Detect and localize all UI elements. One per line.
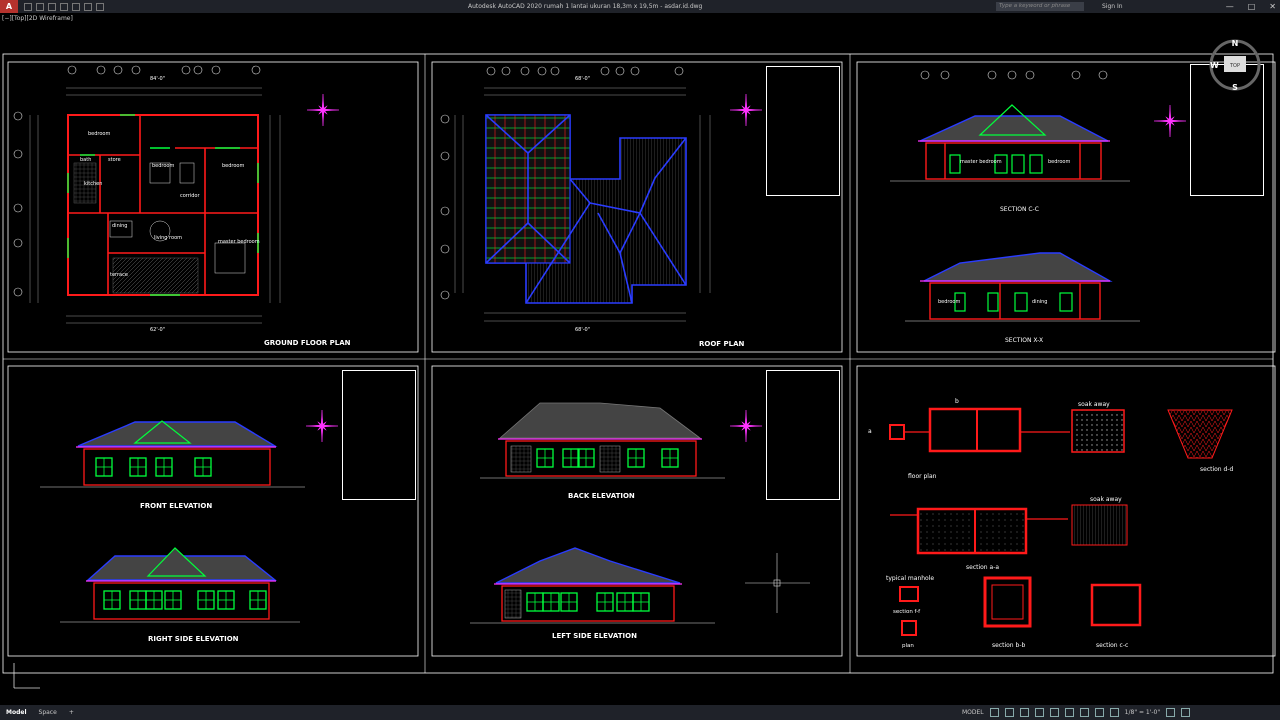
dim-bottom: 62'-0" [150, 327, 165, 333]
back-elevation: BACK ELEVATION [480, 402, 763, 500]
lineweight-icon[interactable] [1064, 708, 1074, 717]
left-elevation: LEFT SIDE ELEVATION [470, 547, 810, 640]
crosshair-cursor-icon [745, 553, 810, 613]
roof-plan: 68'-0" 68'-0" ROOF PLAN [440, 66, 763, 348]
gear-icon[interactable] [1166, 708, 1176, 717]
tab-add[interactable]: + [63, 707, 80, 718]
viewcube-top-face[interactable]: TOP [1229, 63, 1240, 69]
frame-ground-floor [7, 61, 419, 353]
room-label-corridor: corridor [180, 193, 200, 199]
roof-dim-bottom: 68'-0" [575, 327, 590, 333]
roof-plan-title: ROOF PLAN [699, 340, 745, 348]
compass-west[interactable]: W [1210, 61, 1219, 70]
section-xx-title: SECTION X-X [1005, 337, 1043, 344]
right-elevation-title: RIGHT SIDE ELEVATION [148, 635, 239, 643]
room-label-living: living room [154, 235, 182, 241]
room-label-dining: dining [112, 223, 127, 229]
snap-icon[interactable] [1004, 708, 1014, 717]
tab-layout[interactable]: Space [33, 707, 63, 718]
title-bar: A Autodesk AutoCAD 2020 rumah 1 lantai u… [0, 0, 1280, 13]
compass-north[interactable]: N [1232, 39, 1239, 48]
manhole-plan-label: plan [902, 643, 914, 649]
front-elevation: FRONT ELEVATION [40, 409, 339, 510]
viewcube[interactable]: N W S TOP [1208, 38, 1262, 92]
window-title: Autodesk AutoCAD 2020 rumah 1 lantai uku… [468, 3, 703, 10]
right-elevation: RIGHT SIDE ELEVATION [60, 547, 300, 643]
dim-top: 84'-0" [150, 76, 165, 82]
save-icon[interactable] [48, 2, 56, 11]
tab-model[interactable]: Model [0, 707, 33, 718]
section-ff-label: section f-f [893, 609, 921, 615]
drawing-canvas[interactable]: bedroom bedroom bedroom kitchen bath cor… [0, 13, 1280, 705]
new-file-icon[interactable] [24, 2, 32, 11]
transparency-icon[interactable] [1079, 708, 1089, 717]
north-arrow-icon [306, 93, 340, 127]
notes-box-front [342, 370, 416, 500]
section-dd-label: section d-d [1200, 466, 1233, 473]
room-label-kitchen: kitchen [84, 181, 102, 187]
customize-icon[interactable] [1181, 708, 1191, 717]
septic-section-cc-label: section c-c [1096, 642, 1128, 649]
save-as-icon[interactable] [60, 2, 68, 11]
status-toggles: MODEL 1/8" = 1'-0" [962, 705, 1191, 720]
maximize-icon[interactable]: □ [1248, 2, 1256, 11]
septic-details: floor plan soak away a b section d-d soa… [868, 398, 1233, 649]
front-elevation-title: FRONT ELEVATION [140, 502, 212, 510]
notes-box-roof [766, 66, 840, 196]
room-label-bath: bath [80, 157, 91, 163]
section-cc-title: SECTION C-C [1000, 206, 1039, 213]
notes-box-back [766, 370, 840, 500]
plot-icon[interactable] [72, 2, 80, 11]
section-cc-bedroom: bedroom [1048, 159, 1070, 165]
ucs-icon [13, 663, 40, 689]
polar-icon[interactable] [1034, 708, 1044, 717]
compass-south[interactable]: S [1232, 83, 1238, 92]
redo-icon[interactable] [96, 2, 104, 11]
room-label-bedroom-3: bedroom [222, 163, 244, 169]
room-label-store: store [108, 157, 121, 163]
ortho-icon[interactable] [1019, 708, 1029, 717]
selection-cycling-icon[interactable] [1094, 708, 1104, 717]
section-xx-dining: dining [1032, 299, 1047, 305]
status-bar: Model Space + MODEL 1/8" = 1'-0" [0, 705, 1280, 720]
room-label-bedroom: bedroom [88, 131, 110, 137]
north-arrow-icon [305, 409, 339, 443]
search-input[interactable]: Type a keyword or phrase [996, 2, 1084, 11]
septic-floor-plan-label: floor plan [908, 473, 937, 480]
back-elevation-title: BACK ELEVATION [568, 492, 635, 500]
close-icon[interactable]: ✕ [1269, 2, 1276, 11]
typical-manhole-label: typical manhole [886, 575, 934, 582]
section-xx-bedroom: bedroom [938, 299, 960, 305]
septic-b-label: b [955, 398, 959, 405]
minimize-icon[interactable]: — [1226, 2, 1234, 11]
left-elevation-title: LEFT SIDE ELEVATION [552, 632, 637, 640]
sign-in-link[interactable]: Sign In [1102, 3, 1123, 10]
section-cc-master: master bedroom [960, 159, 1002, 165]
model-space-toggle[interactable]: MODEL [962, 709, 984, 716]
section-aa-label: section a-a [966, 564, 999, 571]
section-cc: master bedroom bedroom SECTION C-C [890, 70, 1130, 213]
annotation-scale[interactable]: 1/8" = 1'-0" [1125, 709, 1160, 716]
ground-floor-plan: bedroom bedroom bedroom kitchen bath cor… [13, 65, 351, 347]
north-arrow-icon [729, 93, 763, 127]
window-controls: — □ ✕ [1226, 2, 1276, 11]
room-label-terrace: terrace [110, 272, 128, 278]
room-label-bedroom-2: bedroom [152, 163, 174, 169]
septic-a-label: a [868, 428, 872, 435]
roof-dim-top: 68'-0" [575, 76, 590, 82]
undo-icon[interactable] [84, 2, 92, 11]
section-bb-label: section b-b [992, 642, 1025, 649]
ground-floor-plan-title: GROUND FLOOR PLAN [264, 339, 351, 347]
open-file-icon[interactable] [36, 2, 44, 11]
north-arrow-icon [729, 409, 763, 443]
annotation-icon[interactable] [1109, 708, 1119, 717]
quick-access-toolbar [24, 2, 104, 11]
soak-away-label-2: soak away [1090, 496, 1122, 503]
grid-icon[interactable] [989, 708, 999, 717]
room-label-master-bedroom: master bedroom [218, 239, 260, 245]
application-menu-button[interactable]: A [0, 0, 18, 13]
north-arrow-icon [1153, 104, 1187, 138]
soak-away-label: soak away [1078, 401, 1110, 408]
osnap-icon[interactable] [1049, 708, 1059, 717]
